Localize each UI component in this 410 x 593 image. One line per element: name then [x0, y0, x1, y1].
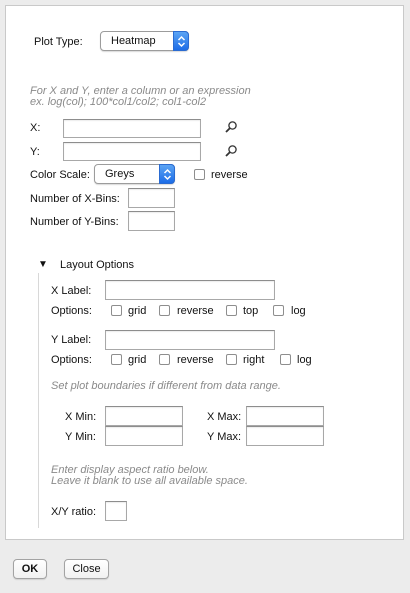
ymin-label: Y Min: — [65, 431, 96, 443]
ymin-input[interactable] — [105, 426, 183, 446]
x-search-icon[interactable] — [224, 120, 238, 137]
xmax-input[interactable] — [246, 406, 324, 426]
x-grid-label: grid — [128, 305, 147, 317]
y-reverse-checkbox[interactable] — [159, 354, 170, 365]
x-top-label: top — [243, 305, 259, 317]
select-arrows-icon — [173, 31, 189, 51]
color-scale-label: Color Scale: — [30, 169, 90, 181]
ymax-input[interactable] — [246, 426, 324, 446]
color-reverse-label: reverse — [211, 169, 248, 181]
x-top-checkbox[interactable] — [226, 305, 237, 316]
ymax-label: Y Max: — [207, 431, 242, 443]
plot-type-value: Heatmap — [111, 35, 156, 47]
xbins-label: Number of X-Bins: — [30, 193, 120, 205]
y-right-checkbox[interactable] — [226, 354, 237, 365]
layout-divider — [38, 273, 39, 528]
xmin-label: X Min: — [65, 411, 97, 423]
expression-example: ex. log(col); 100*col1/col2; col1-col2 — [30, 96, 207, 108]
ylabel-input[interactable] — [105, 330, 275, 350]
color-reverse-checkbox[interactable] — [194, 169, 205, 180]
ybins-input[interactable] — [128, 211, 175, 231]
ybins-label: Number of Y-Bins: — [30, 216, 119, 228]
bounds-hint: Set plot boundaries if different from da… — [51, 380, 281, 392]
x-label: X: — [30, 122, 41, 134]
x-input[interactable] — [63, 119, 201, 138]
ylabel-label: Y Label: — [51, 334, 92, 346]
y-label: Y: — [30, 146, 40, 158]
y-right-label: right — [243, 354, 265, 366]
ok-button[interactable]: OK — [13, 559, 47, 579]
xmin-input[interactable] — [105, 406, 183, 426]
y-input[interactable] — [63, 142, 201, 161]
xbins-input[interactable] — [128, 188, 175, 208]
ratio-input[interactable] — [105, 501, 127, 521]
y-log-label: log — [297, 354, 312, 366]
x-reverse-checkbox[interactable] — [159, 305, 170, 316]
y-reverse-label: reverse — [177, 354, 214, 366]
y-grid-label: grid — [128, 354, 147, 366]
x-log-checkbox[interactable] — [273, 305, 284, 316]
x-reverse-label: reverse — [177, 305, 214, 317]
select-arrows-icon — [159, 164, 175, 184]
y-log-checkbox[interactable] — [280, 354, 291, 365]
xoptions-label: Options: — [51, 305, 92, 317]
layout-toggle-icon[interactable]: ▼ — [38, 258, 48, 272]
color-scale-select[interactable]: Greys — [94, 164, 175, 184]
xlabel-label: X Label: — [51, 285, 92, 297]
x-log-label: log — [291, 305, 306, 317]
xmax-label: X Max: — [207, 411, 242, 423]
y-grid-checkbox[interactable] — [111, 354, 122, 365]
xlabel-input[interactable] — [105, 280, 275, 300]
y-search-icon[interactable] — [224, 144, 238, 161]
plot-type-label: Plot Type: — [34, 36, 83, 48]
x-grid-checkbox[interactable] — [111, 305, 122, 316]
yoptions-label: Options: — [51, 354, 92, 366]
aspect-hint-2: Leave it blank to use all available spac… — [51, 475, 248, 487]
close-button[interactable]: Close — [64, 559, 109, 579]
color-scale-value: Greys — [105, 168, 135, 180]
ratio-label: X/Y ratio: — [51, 506, 97, 518]
plot-type-select[interactable]: Heatmap — [100, 31, 189, 51]
layout-options-title[interactable]: Layout Options — [60, 258, 134, 272]
